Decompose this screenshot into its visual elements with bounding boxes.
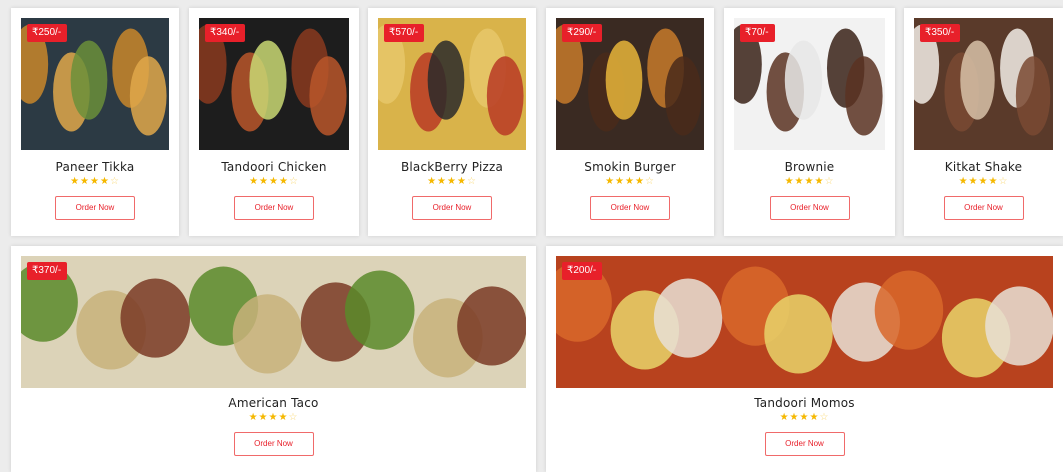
star-empty-icon: ☆ — [288, 412, 299, 423]
item-title: Kitkat Shake — [944, 160, 1023, 174]
item-title: BlackBerry Pizza — [400, 160, 504, 174]
star-filled-icon: ★ — [958, 176, 969, 187]
star-filled-icon: ★ — [988, 176, 999, 187]
price-badge: ₹340/- — [205, 24, 246, 42]
star-filled-icon: ★ — [978, 176, 989, 187]
menu-item-card: ₹200/- Tandoori Momos ★★★★☆ Order Now — [546, 246, 1063, 472]
star-empty-icon: ☆ — [109, 176, 120, 187]
star-empty-icon: ☆ — [288, 176, 299, 187]
star-filled-icon: ★ — [70, 176, 81, 187]
order-now-button[interactable]: Order Now — [412, 196, 492, 220]
food-image: ₹200/- — [556, 256, 1053, 388]
food-image: ₹250/- — [21, 18, 169, 150]
star-filled-icon: ★ — [794, 176, 805, 187]
star-filled-icon: ★ — [249, 176, 260, 187]
star-filled-icon: ★ — [615, 176, 626, 187]
star-filled-icon: ★ — [625, 176, 635, 187]
star-filled-icon: ★ — [427, 176, 438, 187]
rating-stars: ★★★★☆ — [904, 177, 1063, 187]
star-filled-icon: ★ — [789, 412, 800, 423]
star-filled-icon: ★ — [248, 412, 259, 423]
item-title: Paneer Tikka — [55, 160, 135, 174]
food-image: ₹340/- — [199, 18, 349, 150]
food-image: ₹290/- — [556, 18, 704, 150]
star-filled-icon: ★ — [269, 176, 279, 187]
star-filled-icon: ★ — [809, 412, 820, 423]
order-now-button[interactable]: Order Now — [943, 196, 1024, 220]
star-filled-icon: ★ — [278, 176, 289, 187]
food-image: ₹370/- — [21, 256, 526, 388]
price-badge: ₹350/- — [920, 24, 961, 42]
order-now-button[interactable]: Order Now — [769, 196, 850, 220]
price-badge: ₹290/- — [562, 24, 603, 42]
price-badge: ₹570/- — [384, 24, 425, 42]
star-filled-icon: ★ — [447, 176, 457, 187]
price-badge: ₹200/- — [562, 262, 603, 280]
rating-stars: ★★★★☆ — [11, 413, 536, 423]
star-filled-icon: ★ — [90, 176, 100, 187]
star-filled-icon: ★ — [268, 412, 279, 423]
price-badge: ₹370/- — [27, 262, 68, 280]
item-title: American Taco — [228, 396, 319, 410]
price-badge: ₹70/- — [740, 24, 775, 42]
price-badge: ₹250/- — [27, 24, 68, 42]
menu-item-card: ₹70/- Brownie ★★★★☆ Order Now — [724, 8, 895, 236]
rating-stars: ★★★★☆ — [189, 177, 359, 187]
star-empty-icon: ☆ — [644, 176, 655, 187]
rating-stars: ★★★★☆ — [11, 177, 179, 187]
menu-item-card: ₹570/- BlackBerry Pizza ★★★★☆ Order Now — [368, 8, 536, 236]
star-filled-icon: ★ — [804, 176, 815, 187]
order-now-button[interactable]: Order Now — [233, 432, 314, 456]
star-filled-icon: ★ — [258, 412, 269, 423]
star-empty-icon: ☆ — [466, 176, 477, 187]
star-filled-icon: ★ — [437, 176, 448, 187]
order-now-button[interactable]: Order Now — [234, 196, 314, 220]
food-image: ₹70/- — [734, 18, 885, 150]
menu-item-card: ₹350/- Kitkat Shake ★★★★☆ Order Now — [904, 8, 1063, 236]
star-filled-icon: ★ — [456, 176, 467, 187]
star-filled-icon: ★ — [784, 176, 795, 187]
menu-item-card: ₹290/- Smokin Burger ★★★★☆ Order Now — [546, 8, 714, 236]
order-now-button[interactable]: Order Now — [764, 432, 845, 456]
star-filled-icon: ★ — [968, 176, 979, 187]
order-now-button[interactable]: Order Now — [55, 196, 135, 220]
star-empty-icon: ☆ — [824, 176, 835, 187]
star-filled-icon: ★ — [634, 176, 645, 187]
star-empty-icon: ☆ — [819, 412, 830, 423]
star-empty-icon: ☆ — [998, 176, 1009, 187]
food-image: ₹350/- — [914, 18, 1053, 150]
item-title: Smokin Burger — [584, 160, 676, 174]
rating-stars: ★★★★☆ — [724, 177, 895, 187]
menu-grid: ₹250/- Paneer Tikka ★★★★☆ Order Now ₹340/- Ta… — [0, 0, 1063, 472]
star-filled-icon: ★ — [605, 176, 616, 187]
menu-item-card: ₹250/- Paneer Tikka ★★★★☆ Order Now — [11, 8, 179, 236]
order-now-button[interactable]: Order Now — [590, 196, 670, 220]
rating-stars: ★★★★☆ — [368, 177, 536, 187]
item-title: Tandoori Momos — [754, 396, 855, 410]
food-image: ₹570/- — [378, 18, 526, 150]
star-filled-icon: ★ — [99, 176, 110, 187]
menu-item-card: ₹370/- American Taco ★★★★☆ Order Now — [11, 246, 536, 472]
item-title: Brownie — [784, 160, 835, 174]
food-photo-graphic — [21, 256, 526, 388]
food-photo-graphic — [556, 256, 1053, 388]
star-filled-icon: ★ — [799, 412, 810, 423]
item-title: Tandoori Chicken — [221, 160, 327, 174]
menu-item-card: ₹340/- Tandoori Chicken ★★★★☆ Order Now — [189, 8, 359, 236]
rating-stars: ★★★★☆ — [546, 177, 714, 187]
star-filled-icon: ★ — [814, 176, 825, 187]
star-filled-icon: ★ — [259, 176, 270, 187]
star-filled-icon: ★ — [779, 412, 790, 423]
star-filled-icon: ★ — [278, 412, 289, 423]
rating-stars: ★★★★☆ — [546, 413, 1063, 423]
star-filled-icon: ★ — [80, 176, 91, 187]
